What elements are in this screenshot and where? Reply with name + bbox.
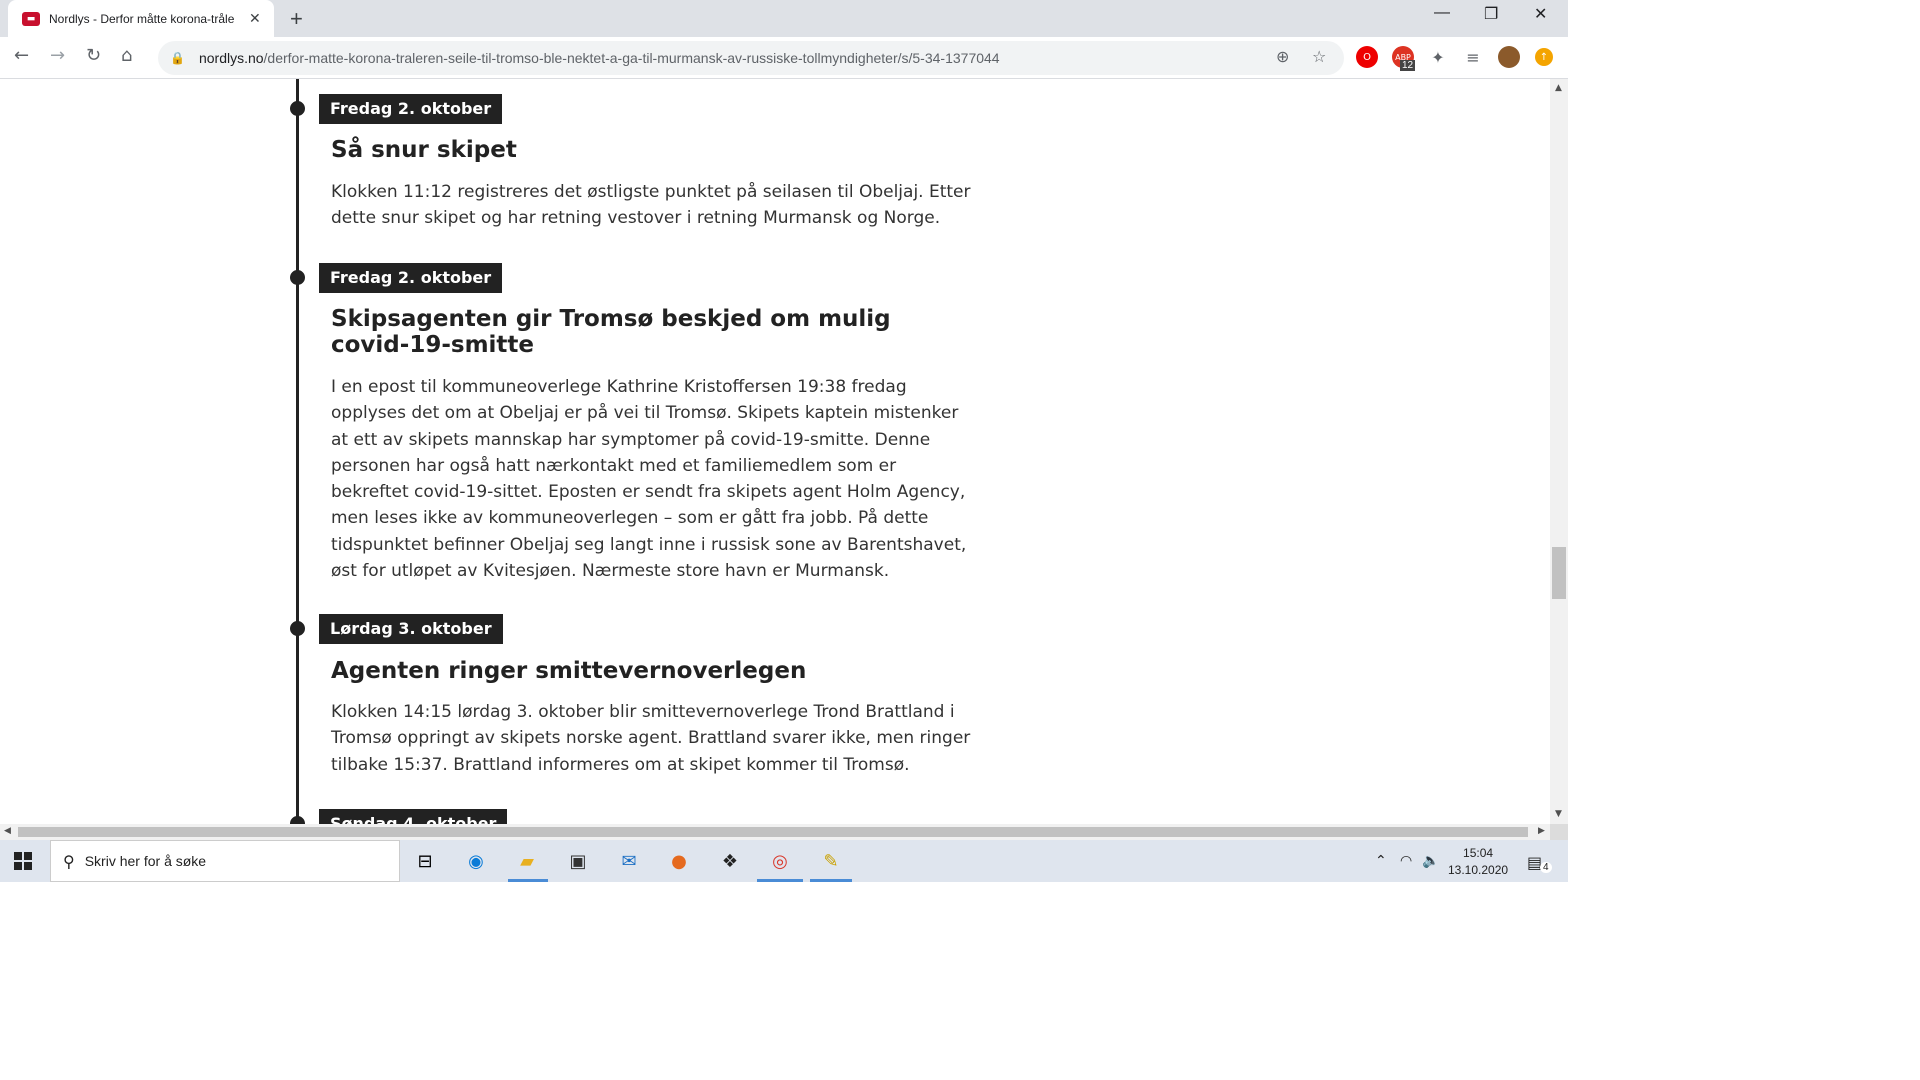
scroll-right-icon[interactable]: ▶ xyxy=(1538,826,1545,836)
home-icon[interactable]: ⌂ xyxy=(121,45,132,66)
timeline-dot xyxy=(290,816,305,824)
timeline-dot xyxy=(290,621,305,636)
timeline-body: I en epost til kommuneoverlege Kathrine … xyxy=(331,377,967,582)
wifi-icon[interactable]: ◠ xyxy=(1400,853,1412,869)
scroll-up-icon[interactable]: ▲ xyxy=(1555,83,1562,93)
task-view-icon[interactable]: ⊟ xyxy=(412,848,438,874)
back-arrow-icon[interactable]: ← xyxy=(14,45,29,66)
horizontal-scroll-thumb[interactable] xyxy=(18,827,1528,837)
show-hidden-icons-chevron-icon[interactable]: ⌃ xyxy=(1375,853,1387,869)
timeline-body: Klokken 11:12 registreres det østligste … xyxy=(331,182,971,229)
window-close-icon[interactable]: ✕ xyxy=(1534,4,1547,24)
notification-count: 4 xyxy=(1540,862,1552,873)
scroll-left-icon[interactable]: ◀ xyxy=(4,826,11,836)
timeline-dot xyxy=(290,101,305,116)
restore-icon[interactable]: ❐ xyxy=(1484,4,1498,24)
reload-icon[interactable]: ↻ xyxy=(86,45,101,66)
active-indicator xyxy=(757,879,803,882)
windows-taskbar: ⚲ Skriv her for å søke ⊟ ◉ ▰ ▣ ✉ ● ❖ ◎ ✎… xyxy=(0,840,1568,882)
file-explorer-icon[interactable]: ▰ xyxy=(514,848,540,874)
adblock-badge: 12 xyxy=(1400,60,1416,71)
tab-strip: ▬ Nordlys - Derfor måtte korona-tråle ✕ … xyxy=(0,0,1568,37)
lock-icon[interactable]: 🔒 xyxy=(170,51,185,65)
timeline-line xyxy=(296,79,299,824)
timeline-heading: Så snur skipet xyxy=(331,137,517,163)
update-icon[interactable]: ↑ xyxy=(1535,48,1553,66)
extensions-puzzle-icon[interactable]: ✦ xyxy=(1427,46,1449,68)
active-indicator xyxy=(508,879,548,882)
timeline-date: Fredag 2. oktober xyxy=(319,263,503,293)
tab-title: Nordlys - Derfor måtte korona-tråle xyxy=(49,11,235,26)
profile-avatar[interactable] xyxy=(1498,46,1520,68)
clock-date: 13.10.2020 xyxy=(1448,863,1509,877)
store-icon[interactable]: ▣ xyxy=(565,848,591,874)
vertical-scrollbar[interactable]: ▲ ▼ xyxy=(1550,79,1568,824)
install-app-icon[interactable]: ⊕ xyxy=(1276,47,1289,66)
browser-toolbar: ← → ↻ ⌂ 🔒 nordlys.no/derfor-matte-korona… xyxy=(0,37,1568,79)
media-control-icon[interactable]: ≡ xyxy=(1462,46,1484,68)
new-tab-button[interactable]: + xyxy=(290,6,303,32)
edge-icon[interactable]: ◉ xyxy=(463,848,489,874)
taskbar-search[interactable]: ⚲ Skriv her for å søke xyxy=(50,840,400,882)
firefox-icon[interactable]: ● xyxy=(666,848,692,874)
timeline-heading: Agenten ringer smittevernoverlegen xyxy=(331,658,807,684)
vertical-scroll-thumb[interactable] xyxy=(1552,547,1566,599)
nordlys-favicon-icon: ▬ xyxy=(22,11,40,26)
mail-icon[interactable]: ✉ xyxy=(616,848,642,874)
sticky-notes-icon[interactable]: ✎ xyxy=(818,848,844,874)
url-text[interactable]: nordlys.no/derfor-matte-korona-traleren-… xyxy=(199,50,1000,66)
bookmark-star-icon[interactable]: ☆ xyxy=(1312,47,1326,66)
scrollbar-corner xyxy=(1550,824,1568,840)
tab-nordlys[interactable]: ▬ Nordlys - Derfor måtte korona-tråle ✕ xyxy=(8,0,274,37)
chrome-icon[interactable]: ◎ xyxy=(767,848,793,874)
article-content: Fredag 2. oktober Så snur skipet Klokken… xyxy=(0,79,1550,824)
volume-icon[interactable]: 🔈 xyxy=(1422,853,1439,869)
timeline-body: Klokken 14:15 lørdag 3. oktober blir smi… xyxy=(331,702,971,775)
dropbox-icon[interactable]: ❖ xyxy=(717,848,743,874)
tab-close-icon[interactable]: ✕ xyxy=(249,11,261,27)
taskbar-clock[interactable]: 15:04 13.10.2020 xyxy=(1448,845,1508,879)
timeline-heading: Skipsagenten gir Tromsø beskjed om mulig… xyxy=(331,306,891,358)
minimize-icon[interactable]: — xyxy=(1434,4,1450,22)
search-placeholder: Skriv her for å søke xyxy=(84,853,207,869)
scroll-down-icon[interactable]: ▼ xyxy=(1555,809,1562,819)
windows-start-icon[interactable] xyxy=(14,852,32,870)
timeline-date: Fredag 2. oktober xyxy=(319,94,503,124)
timeline-date: Søndag 4. oktober xyxy=(319,809,508,824)
address-bar[interactable]: 🔒 nordlys.no/derfor-matte-korona-tralere… xyxy=(158,41,1344,75)
horizontal-scrollbar[interactable]: ◀ ▶ xyxy=(0,824,1550,840)
forward-arrow-icon[interactable]: → xyxy=(50,45,65,66)
opera-extension-icon[interactable]: O xyxy=(1356,46,1378,68)
timeline-dot xyxy=(290,270,305,285)
search-icon: ⚲ xyxy=(63,851,75,871)
clock-time: 15:04 xyxy=(1463,846,1494,860)
active-indicator xyxy=(810,879,852,882)
timeline-date: Lørdag 3. oktober xyxy=(319,614,503,644)
